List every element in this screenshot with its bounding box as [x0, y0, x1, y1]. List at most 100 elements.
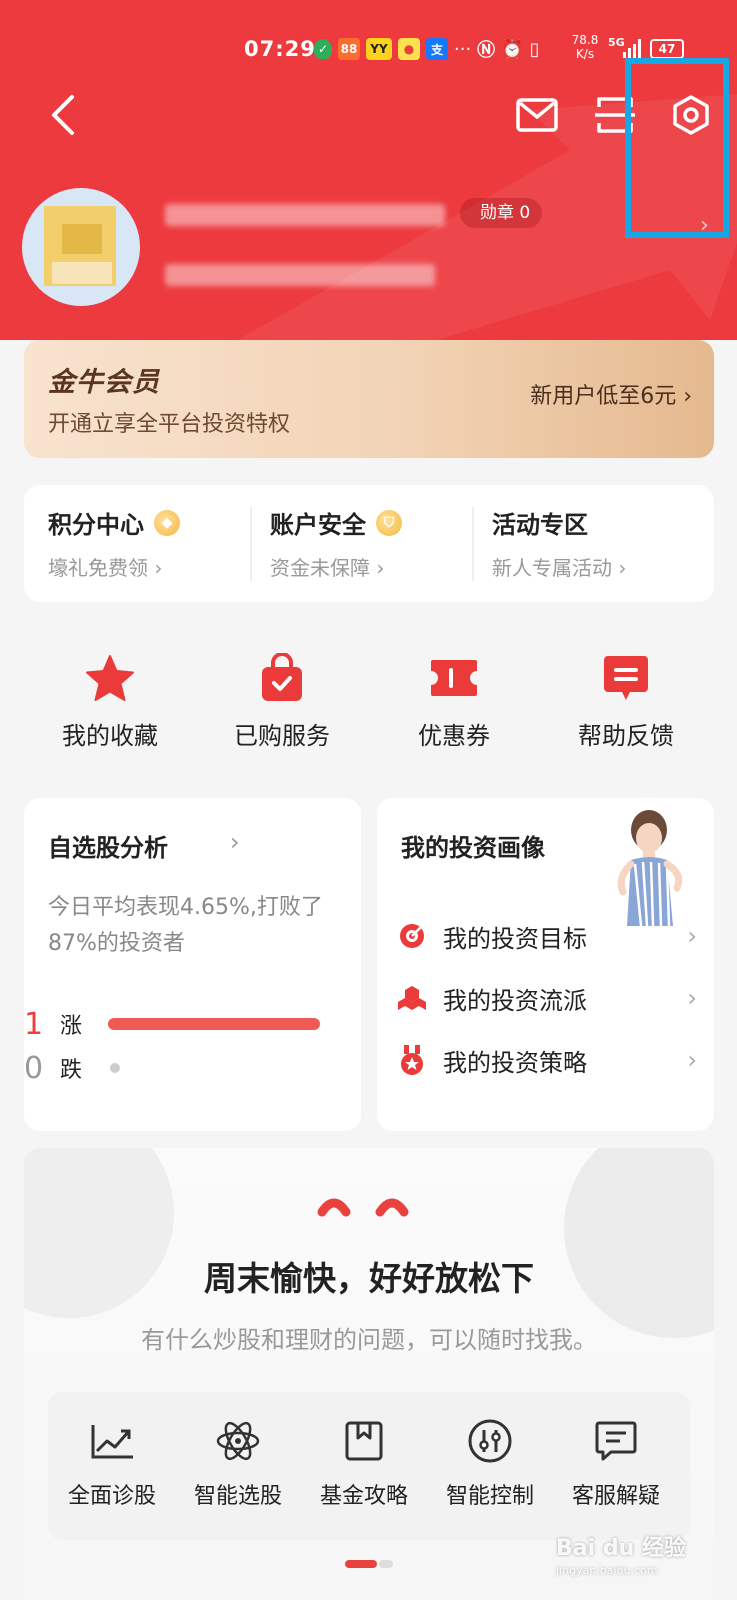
atom-icon [215, 1418, 261, 1464]
medal-badge[interactable]: 勋章 0 [460, 198, 543, 228]
vip-subtitle: 开通立享全平台投资特权 [48, 412, 291, 437]
investment-style-item[interactable]: 我的投资流派 › [397, 978, 697, 1018]
activity-title-row: 活动专区 [492, 505, 712, 540]
more-notifications-icon: ··· [454, 38, 472, 60]
customer-service-button[interactable]: 客服解疑 [552, 1418, 680, 1510]
chevron-right-icon: › [230, 828, 240, 856]
cubes-icon [397, 983, 427, 1013]
vip-membership-card[interactable]: 金牛会员 开通立享全平台投资特权 新用户低至6元 › [24, 340, 714, 458]
assistant-tools: 全面诊股 智能选股 基金攻略 智能控制 客服解疑 [48, 1392, 690, 1540]
coupon-icon [428, 652, 480, 704]
fall-bar-dot [110, 1063, 120, 1073]
rise-label: 涨 [60, 1014, 83, 1039]
investment-goal-item[interactable]: 我的投资目标 › [397, 916, 697, 956]
username-blurred [165, 204, 445, 226]
investment-goal-label: 我的投资目标 [443, 924, 587, 953]
fund-guide-button[interactable]: 基金攻略 [300, 1418, 428, 1510]
points-center[interactable]: 积分中心 ◆ 壕礼免费领 › [48, 505, 268, 585]
vibrate-icon: ▯ [529, 38, 540, 60]
avatar-pixel [62, 224, 102, 254]
smart-stock-picking-label: 智能选股 [193, 1484, 282, 1509]
divider [472, 507, 474, 581]
annotation-highlight-box [625, 58, 729, 238]
favorites-label: 我的收藏 [62, 722, 158, 750]
status-time: 07:29 [244, 37, 316, 61]
security-title-row: 账户安全 ⛉ [270, 505, 490, 540]
points-title-row: 积分中心 ◆ [48, 505, 268, 540]
fall-row: 0 跌 [24, 1050, 120, 1086]
avatar[interactable] [22, 188, 140, 306]
smart-control-label: 智能控制 [445, 1484, 534, 1509]
shield-icon: ⛉ [376, 509, 402, 536]
favorites-button[interactable]: 我的收藏 [24, 640, 196, 760]
duck-app-icon: ● [398, 38, 420, 60]
signal-icon [623, 39, 641, 58]
yy-app-icon: YY [366, 38, 392, 60]
chevron-left-icon [52, 95, 74, 135]
fund-guide-label: 基金攻略 [319, 1484, 408, 1509]
star-icon [84, 652, 136, 704]
shield-check-icon: ✓ [314, 39, 332, 59]
account-strip: 积分中心 ◆ 壕礼免费领 › 账户安全 ⛉ 资金未保障 › 活动专区 新人专属活… [24, 485, 714, 602]
back-button[interactable] [38, 90, 88, 140]
coupons-label: 优惠券 [418, 722, 490, 750]
coupons-button[interactable]: 优惠券 [368, 640, 540, 760]
avatar-figure-illustration [617, 810, 683, 926]
medal-icon [397, 1045, 427, 1075]
points-center-sub: 壕礼免费领 › [48, 556, 163, 580]
fall-count: 0 [24, 1050, 44, 1086]
points-center-label: 积分中心 [48, 511, 144, 539]
quick-actions: 我的收藏 已购服务 优惠券 帮助反馈 [24, 640, 714, 760]
rise-row: 1 涨 [24, 1006, 320, 1042]
vip-title: 金牛会员 [48, 367, 160, 398]
investment-style-label: 我的投资流派 [443, 986, 587, 1015]
mail-icon [516, 98, 558, 132]
investment-profile-card: 我的投资画像 我的投资目标 › 我的投资流派 › 我的投资策略 › [377, 798, 714, 1131]
smart-stock-picking-button[interactable]: 智能选股 [174, 1418, 302, 1510]
baidu-watermark: Bai du 经验 jingyan.baidu.com [556, 1530, 736, 1590]
trend-chart-icon [89, 1418, 135, 1464]
alarm-icon: ⏰ [501, 38, 524, 60]
avatar-pixel [52, 262, 112, 284]
watermark-url: jingyan.baidu.com [556, 1564, 658, 1577]
messages-button[interactable] [512, 90, 562, 140]
page-dot-active [345, 1560, 377, 1568]
sliders-icon [467, 1418, 513, 1464]
decorative-bubble [564, 1148, 714, 1338]
customer-service-label: 客服解疑 [571, 1484, 660, 1509]
network-speed: 78.8 K/s [571, 33, 599, 61]
assistant-greeting: 周末愉快，好好放松下 [204, 1259, 534, 1298]
investment-profile-title: 我的投资画像 [401, 834, 545, 862]
alipay-icon: 支 [426, 38, 448, 60]
help-feedback-button[interactable]: 帮助反馈 [540, 640, 712, 760]
bookmark-icon [341, 1418, 387, 1464]
activity-zone[interactable]: 活动专区 新人专属活动 › [492, 505, 712, 585]
vip-offer-link[interactable]: 新用户低至6元 › [530, 378, 692, 410]
account-security-label: 账户安全 [270, 511, 366, 539]
account-security[interactable]: 账户安全 ⛉ 资金未保障 › [270, 505, 490, 585]
chevron-right-icon: › [687, 1046, 697, 1074]
chevron-right-icon: › [687, 984, 697, 1012]
chevron-right-icon: › [687, 922, 697, 950]
rise-count: 1 [24, 1006, 44, 1042]
message-icon [593, 1418, 639, 1464]
investment-strategy-label: 我的投资策略 [443, 1048, 587, 1077]
fall-label: 跌 [60, 1058, 83, 1083]
smart-control-button[interactable]: 智能控制 [426, 1418, 554, 1510]
investment-strategy-item[interactable]: 我的投资策略 › [397, 1040, 697, 1080]
account-security-sub: 资金未保障 › [270, 556, 385, 580]
app-notification-icon: 88 [338, 38, 360, 60]
purchased-services-label: 已购服务 [234, 722, 330, 750]
watermark-brand: Bai du 经验 [556, 1536, 686, 1561]
stock-diagnosis-button[interactable]: 全面诊股 [48, 1418, 176, 1510]
purchased-services-button[interactable]: 已购服务 [196, 640, 368, 760]
stock-diagnosis-label: 全面诊股 [67, 1484, 156, 1509]
feedback-icon [600, 652, 652, 704]
rise-bar [108, 1018, 320, 1030]
stock-analysis-title: 自选股分析 [48, 834, 168, 862]
divider [250, 507, 252, 581]
battery-icon: 47 [650, 39, 684, 59]
target-icon [397, 921, 427, 951]
notification-icons: ✓ 88 YY ● 支 ··· Ⓝ ⏰ ▯ [314, 36, 540, 62]
activity-zone-label: 活动专区 [492, 511, 588, 539]
